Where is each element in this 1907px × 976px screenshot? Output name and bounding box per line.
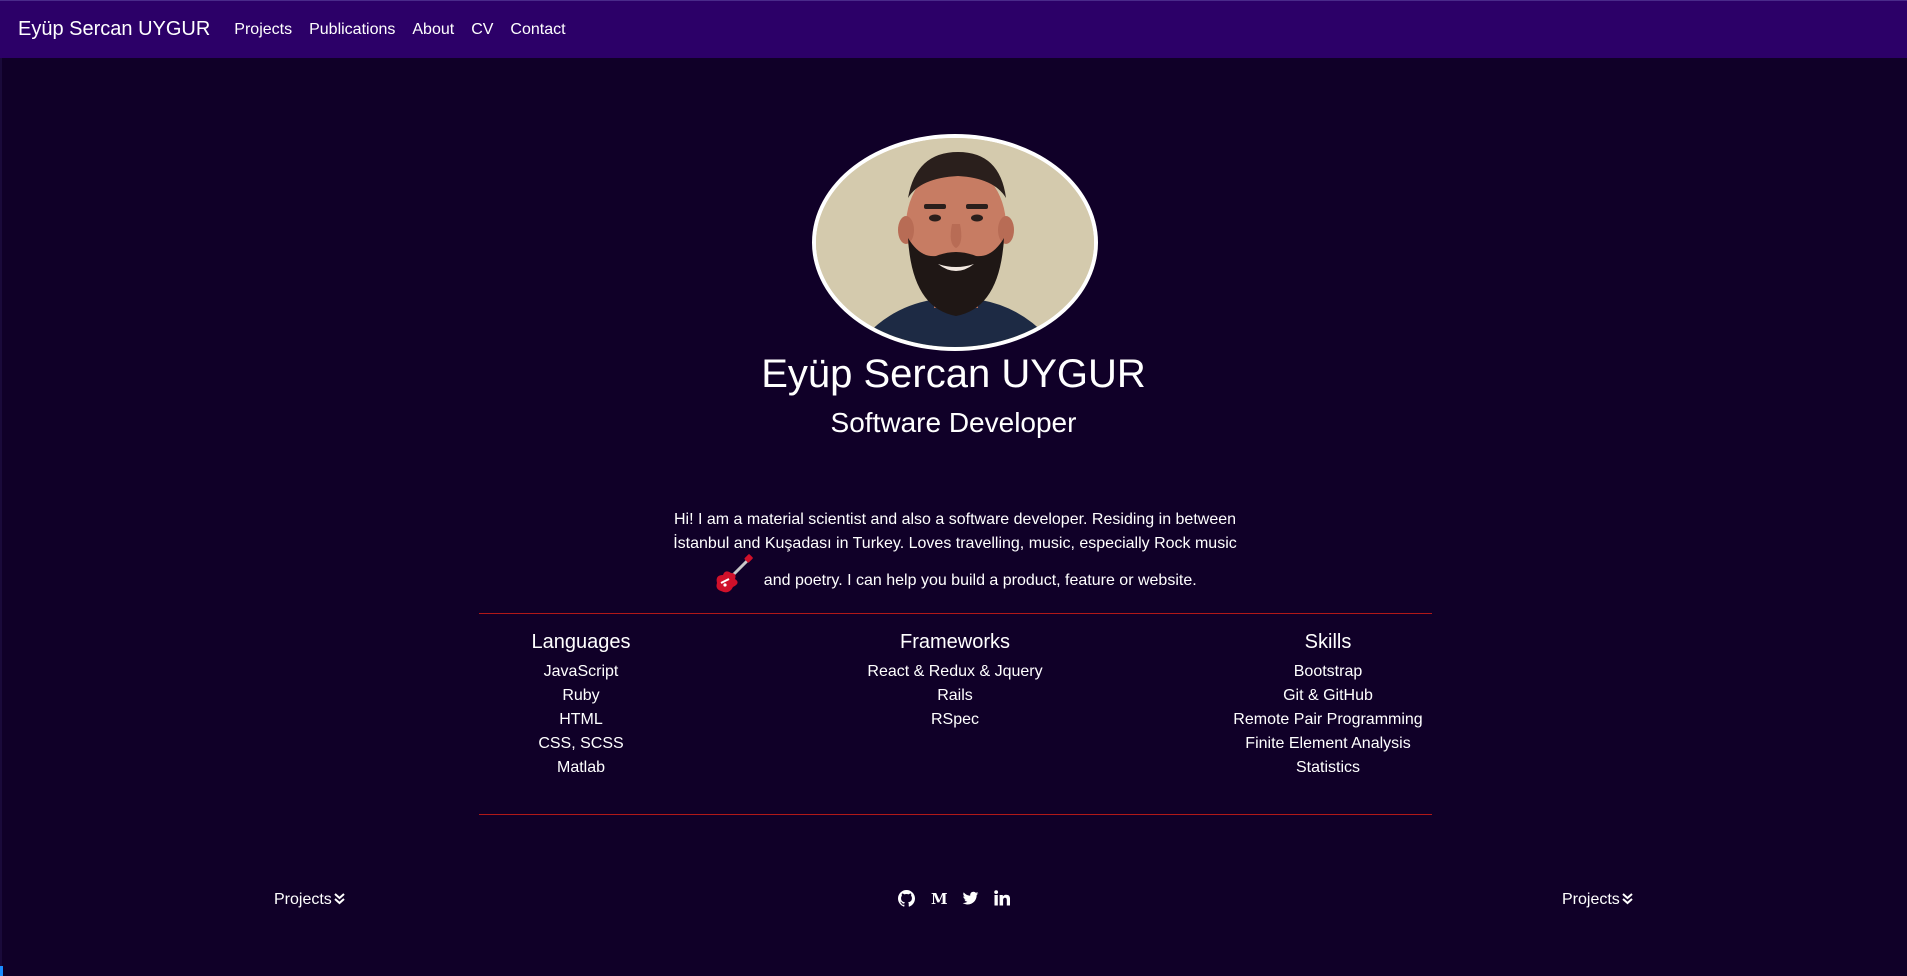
corner-accent-mark [0, 966, 3, 976]
bio-line-3: and poetry. I can help you build a produ… [763, 572, 1197, 590]
frameworks-title: Frameworks [899, 631, 1010, 653]
skills-column: Skills Bootstrap Git & GitHub Remote Pai… [1178, 630, 1478, 780]
top-navbar: Eyüp Sercan UYGUR Projects Publications … [0, 0, 1907, 58]
list-item: JavaScript [543, 663, 619, 680]
hero-role: Software Developer [830, 407, 1077, 438]
list-item: RSpec [930, 711, 980, 728]
bio-paragraph: Hi! I am a material scientist and also a… [664, 508, 1246, 606]
list-item: React & Redux & Jquery [867, 663, 1043, 680]
twitter-icon[interactable] [961, 889, 979, 907]
profile-avatar [812, 134, 1098, 351]
svg-text:M: M [931, 890, 947, 907]
double-chevron-down-icon [334, 893, 345, 907]
nav-link-cv[interactable]: CV [471, 21, 493, 39]
frameworks-column: Frameworks React & Redux & Jquery Rails … [805, 630, 1105, 732]
nav-link-about[interactable]: About [412, 21, 454, 39]
nav-links: Projects Publications About CV Contact [234, 21, 582, 39]
skills-title: Skills [1304, 631, 1352, 653]
list-item: Matlab [556, 759, 606, 776]
list-item: Remote Pair Programming [1233, 711, 1423, 728]
github-icon[interactable] [897, 889, 915, 907]
list-item: CSS, SCSS [538, 735, 624, 752]
list-item: Rails [937, 687, 973, 704]
footer-projects-link-left[interactable]: Projects [274, 890, 345, 910]
footer-projects-link-right[interactable]: Projects [1562, 890, 1633, 910]
section-divider-bottom [479, 814, 1432, 815]
list-item: HTML [559, 711, 603, 728]
nav-link-projects[interactable]: Projects [234, 21, 292, 39]
bio-line-1: Hi! I am a material scientist and also a… [673, 511, 1237, 528]
list-item: Statistics [1295, 759, 1360, 776]
list-item: Git & GitHub [1283, 687, 1373, 704]
footer-projects-label: Projects [274, 891, 332, 908]
languages-column: Languages JavaScript Ruby HTML CSS, SCSS… [481, 630, 681, 780]
guitar-icon [713, 553, 755, 603]
nav-link-publications[interactable]: Publications [309, 21, 395, 39]
page-left-edge [0, 58, 2, 976]
double-chevron-down-icon [1622, 893, 1633, 907]
linkedin-icon[interactable] [993, 889, 1011, 907]
hero-name: Eyüp Sercan UYGUR [761, 352, 1146, 396]
medium-icon[interactable]: M [929, 889, 947, 907]
section-divider-top [479, 613, 1432, 614]
nav-link-contact[interactable]: Contact [510, 21, 565, 39]
languages-title: Languages [531, 631, 631, 653]
footer-projects-label: Projects [1562, 891, 1620, 908]
bio-line-3-wrap: and poetry. I can help you build a produ… [664, 553, 1246, 606]
brand-link[interactable]: Eyüp Sercan UYGUR [18, 18, 210, 41]
list-item: Finite Element Analysis [1245, 735, 1411, 752]
list-item: Ruby [562, 687, 600, 704]
avatar-portrait [816, 138, 1094, 347]
list-item: Bootstrap [1293, 663, 1363, 680]
social-links: M [897, 889, 1011, 907]
